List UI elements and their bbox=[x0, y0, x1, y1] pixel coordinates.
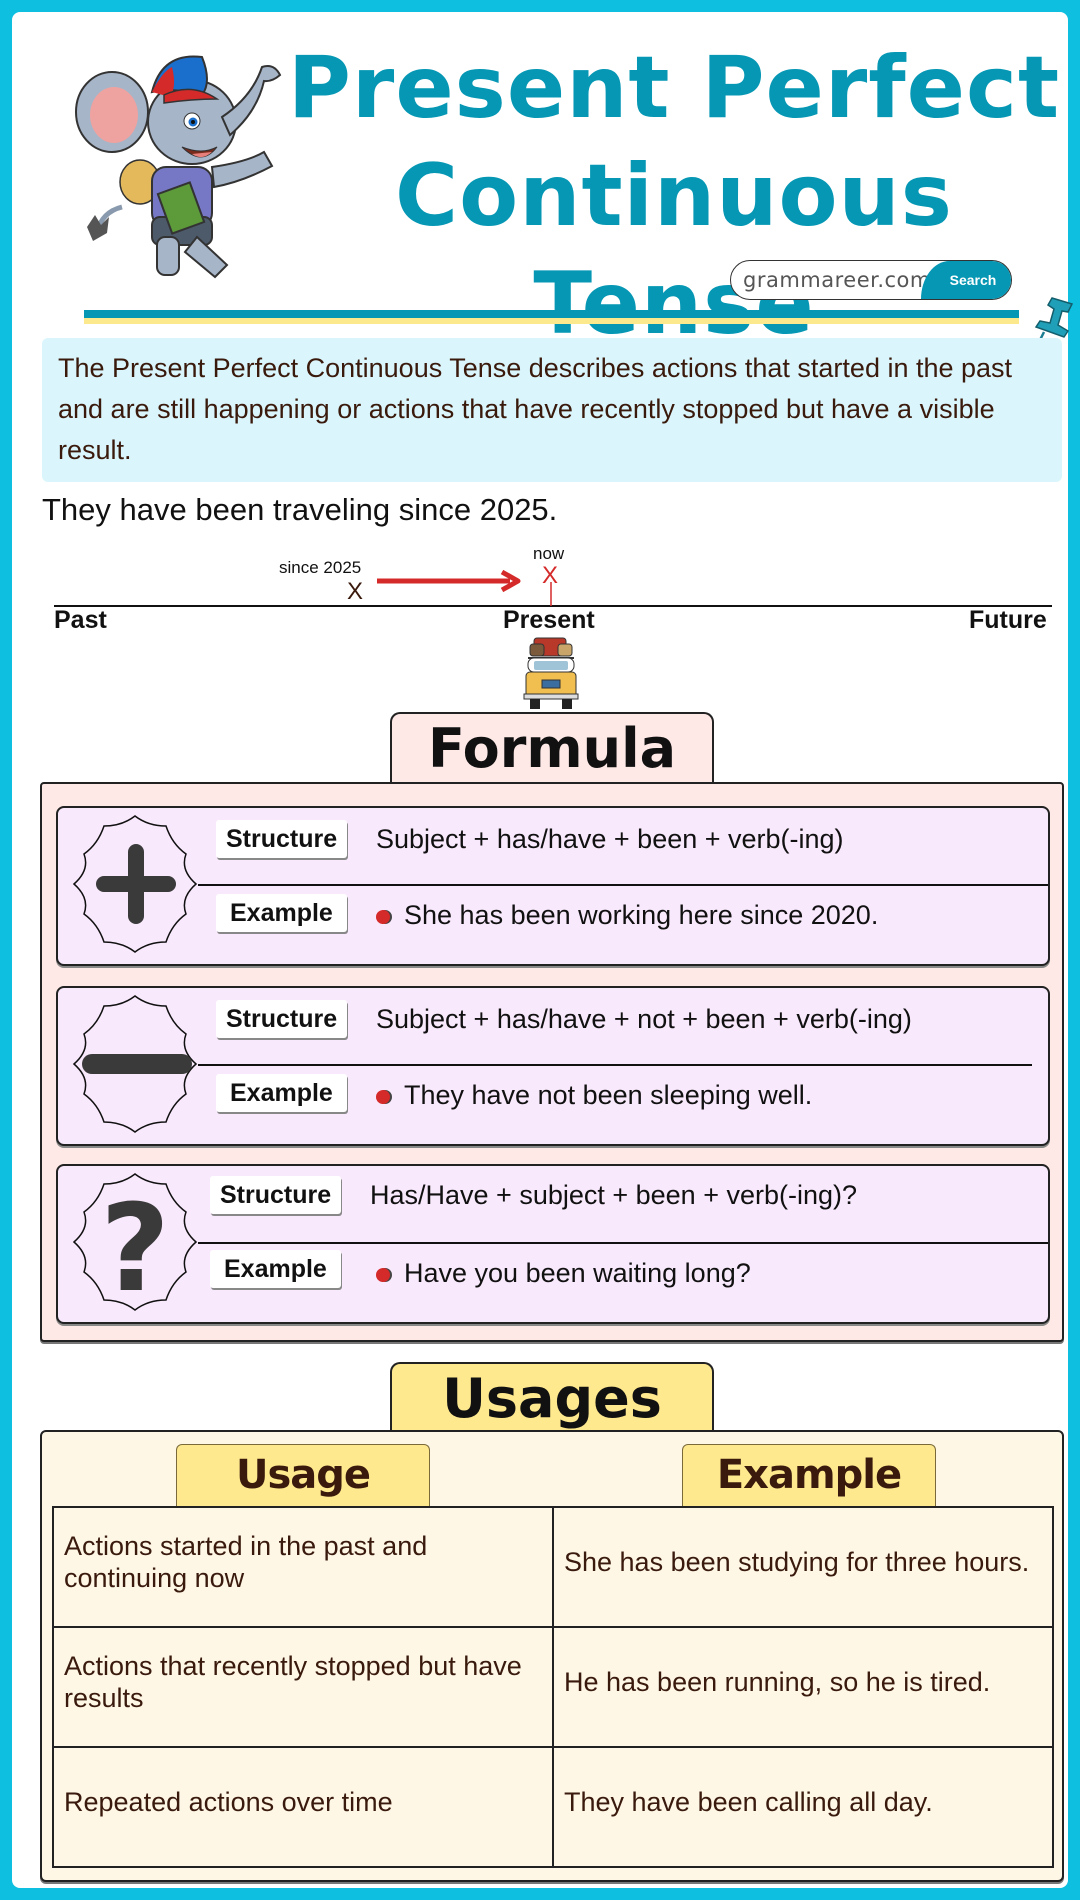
header-divider-yellow bbox=[84, 318, 1019, 324]
timeline-example-sentence: They have been traveling since 2025. bbox=[42, 492, 558, 527]
formula-section-tab: Formula bbox=[390, 712, 714, 784]
table-row: Actions that recently stopped but have r… bbox=[52, 1626, 1054, 1748]
car-icon bbox=[523, 637, 579, 709]
usages-title: Usages bbox=[442, 1367, 662, 1430]
formula-panel: Structure Subject + has/have + been + ve… bbox=[40, 782, 1064, 1342]
svg-text:?: ? bbox=[100, 1180, 170, 1312]
question-icon: ? bbox=[72, 1173, 198, 1312]
title-line-1: Present Perfect bbox=[287, 38, 1061, 138]
bullet-icon bbox=[376, 1268, 390, 1282]
card-divider bbox=[198, 1064, 1032, 1066]
minus-icon bbox=[72, 995, 198, 1133]
poster-sheet: Present Perfect Continuous Tense grammar… bbox=[12, 12, 1074, 1888]
usages-section-tab: Usages bbox=[390, 1362, 714, 1434]
usages-table: Actions started in the past and continui… bbox=[52, 1506, 1054, 1868]
card-divider bbox=[198, 1242, 1048, 1244]
since-marker: X bbox=[347, 578, 364, 605]
timeline: since 2025 X now X Past Present Future bbox=[12, 542, 1080, 712]
example-cell: He has been running, so he is tired. bbox=[552, 1626, 1054, 1748]
table-row: Repeated actions over time They have bee… bbox=[52, 1746, 1054, 1868]
structure-label: Structure bbox=[216, 820, 348, 858]
formula-title: Formula bbox=[427, 717, 677, 780]
search-bar[interactable]: grammareer.com Search bbox=[730, 260, 1012, 300]
header-divider-teal bbox=[84, 310, 1019, 318]
example-label: Example bbox=[216, 1074, 347, 1112]
usage-cell: Repeated actions over time bbox=[52, 1746, 554, 1868]
example-text: She has been working here since 2020. bbox=[404, 900, 879, 930]
structure-label: Structure bbox=[210, 1176, 342, 1214]
structure-text: Subject + has/have + not + been + verb(-… bbox=[376, 1004, 912, 1034]
present-label: Present bbox=[503, 606, 595, 634]
card-divider bbox=[198, 884, 1048, 886]
usage-cell: Actions that recently stopped but have r… bbox=[52, 1626, 554, 1748]
example-column-header: Example bbox=[682, 1444, 936, 1506]
past-label: Past bbox=[54, 606, 107, 634]
title-line-2: Continuous Tense bbox=[395, 146, 953, 354]
structure-text: Has/Have + subject + been + verb(-ing)? bbox=[370, 1180, 858, 1210]
usages-panel: Usage Example Actions started in the pas… bbox=[40, 1430, 1064, 1882]
usage-cell: Actions started in the past and continui… bbox=[52, 1506, 554, 1628]
now-label: now bbox=[533, 544, 565, 563]
table-row: Actions started in the past and continui… bbox=[52, 1506, 1054, 1628]
since-label: since 2025 bbox=[279, 558, 362, 577]
future-label: Future bbox=[969, 606, 1047, 634]
example-label: Example bbox=[216, 894, 347, 932]
formula-card-interrogative: ? Structure Has/Have + subject + been + … bbox=[56, 1164, 1050, 1324]
bullet-icon bbox=[376, 910, 390, 924]
formula-card-negative: Structure Subject + has/have + not + bee… bbox=[56, 986, 1050, 1146]
definition-box: The Present Perfect Continuous Tense des… bbox=[42, 338, 1062, 482]
example-text: Have you been waiting long? bbox=[404, 1258, 751, 1288]
plus-icon bbox=[72, 815, 198, 953]
structure-label: Structure bbox=[216, 1000, 348, 1038]
example-cell: They have been calling all day. bbox=[552, 1746, 1054, 1868]
search-button[interactable]: Search bbox=[921, 261, 1011, 299]
formula-card-affirmative: Structure Subject + has/have + been + ve… bbox=[56, 806, 1050, 966]
bullet-icon bbox=[376, 1090, 390, 1104]
example-cell: She has been studying for three hours. bbox=[552, 1506, 1054, 1628]
elephant-mascot-icon bbox=[75, 55, 282, 279]
example-text: They have not been sleeping well. bbox=[404, 1080, 813, 1110]
search-input[interactable]: grammareer.com bbox=[743, 268, 931, 292]
usage-column-header: Usage bbox=[176, 1444, 430, 1506]
example-label: Example bbox=[210, 1250, 341, 1288]
definition-text: The Present Perfect Continuous Tense des… bbox=[58, 353, 1013, 465]
structure-text: Subject + has/have + been + verb(-ing) bbox=[376, 824, 844, 854]
now-marker: X bbox=[542, 562, 559, 589]
